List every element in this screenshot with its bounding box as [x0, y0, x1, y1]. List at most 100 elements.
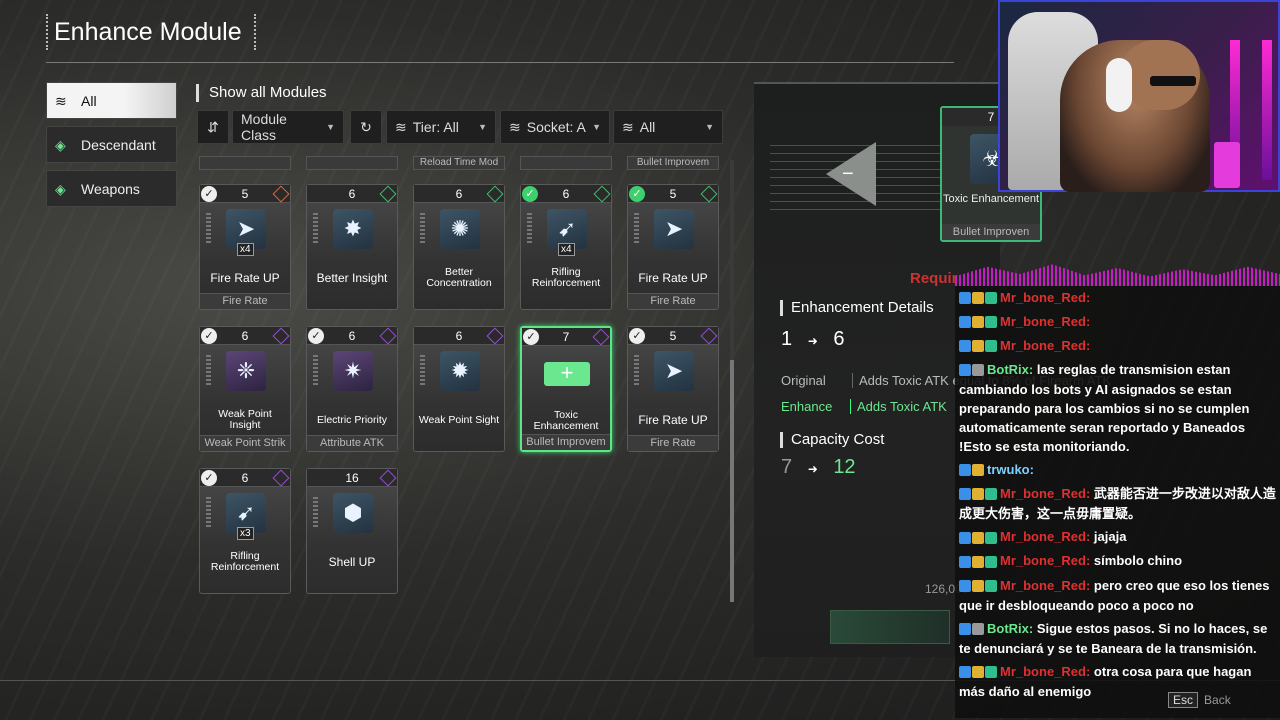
module-card-partial[interactable]: [306, 156, 398, 170]
capacity-change: 7 ➜ 12: [781, 456, 856, 479]
layers-icon: ≋: [509, 118, 521, 135]
badge-icons: [959, 528, 998, 547]
module-card[interactable]: 16 ⬢ Shell UP: [306, 468, 398, 594]
chat-username: Mr_bone_Red:: [1000, 529, 1091, 545]
sunglasses: [1150, 76, 1196, 86]
dropdown-label: Socket: A: [526, 119, 586, 135]
nav-weapons[interactable]: ◈ Weapons: [46, 170, 177, 207]
module-name: Fire Rate UP: [210, 270, 280, 285]
capacity-from: 7: [781, 456, 793, 478]
chat-username: BotRix:: [987, 620, 1034, 636]
module-name: Weak Point Sight: [418, 413, 500, 426]
chat-username: Mr_bone_Red:: [1000, 577, 1091, 593]
badge-icons: [959, 577, 998, 596]
capacity-bars: [313, 213, 318, 245]
nav-label: Descendant: [81, 136, 156, 153]
capacity-bars: [206, 497, 211, 529]
module-card[interactable]: 6 ✺ Better Concentration: [413, 184, 505, 310]
module-card[interactable]: 7 ✓ + Toxic Enhancement Bullet Improvem: [520, 326, 612, 452]
module-image-icon: ✷: [333, 351, 373, 391]
nav-label: Weapons: [81, 180, 140, 197]
headphones-icon: [1106, 58, 1132, 112]
module-card[interactable]: 6 ✓ ➹ x3 Rifling Reinforcement: [199, 468, 291, 594]
module-card[interactable]: 6 ✓ ❈ Weak Point Insight Weak Point Strik: [199, 326, 291, 452]
module-card[interactable]: 6 ✓ ✷ Electric Priority Attribute ATK: [306, 326, 398, 452]
equipped-check-icon: ✓: [201, 186, 217, 202]
chat-username: Mr_bone_Red:: [1000, 553, 1091, 569]
chat-username: BotRix:: [987, 362, 1034, 378]
chat-username: trwuko:: [987, 462, 1034, 478]
stack-count: x4: [237, 243, 254, 256]
equipped-check-icon: ✓: [523, 329, 539, 345]
tier-dropdown[interactable]: ≋ Tier: All ▼: [386, 110, 496, 144]
capacity-bars: [527, 213, 532, 245]
nav-descendant[interactable]: ◈ Descendant: [46, 126, 177, 163]
minus-icon: −: [842, 163, 854, 185]
badge-icons: [959, 485, 998, 504]
module-card[interactable]: 5 ✓ ➤ x4 Fire Rate UP Fire Rate: [199, 184, 291, 310]
badge-icons: [959, 361, 985, 380]
badge-icons: [959, 461, 985, 480]
equipped-check-icon: ✓: [308, 328, 324, 344]
module-class-dropdown[interactable]: Module Class ▼: [232, 110, 344, 144]
all-dropdown[interactable]: ≋ All ▼: [613, 110, 723, 144]
nav-all[interactable]: ≋ All: [46, 82, 177, 119]
module-card[interactable]: 6 ✹ Weak Point Sight: [413, 326, 505, 452]
module-foot: Fire Rate: [628, 293, 718, 309]
chat-message: Mr_bone_Red:: [959, 288, 1276, 308]
module-name: Rifling Reinforcement: [531, 266, 601, 289]
chat-message: Mr_bone_Red:: [959, 312, 1276, 332]
scroll-thumb[interactable]: [730, 360, 734, 602]
arrow-right-icon: ➜: [807, 334, 818, 348]
socket-dropdown[interactable]: ≋ Socket: A ▼: [500, 110, 610, 144]
module-foot: Fire Rate: [200, 293, 290, 309]
badge-icons: [959, 663, 998, 682]
back-hint[interactable]: Esc Back: [1168, 692, 1231, 708]
chat-username: Mr_bone_Red:: [1000, 290, 1091, 305]
module-card-partial[interactable]: [199, 156, 291, 170]
layers-icon: ≋: [55, 92, 67, 109]
capacity-to: 12: [833, 456, 856, 478]
reset-button[interactable]: ↻: [350, 110, 382, 144]
refresh-icon: ↻: [360, 118, 372, 135]
module-card-partial[interactable]: [520, 156, 612, 170]
module-card[interactable]: 5 ✓ ➤ Fire Rate UP Fire Rate: [627, 326, 719, 452]
chat-message: BotRix: las reglas de transmision estan …: [959, 360, 1276, 456]
capacity-bars: [634, 213, 639, 245]
dropdown-label: All: [639, 119, 656, 135]
enhancement-details-title: Enhancement Details: [780, 300, 934, 316]
sort-button[interactable]: ⇵: [197, 110, 229, 144]
weapon-icon: ◈: [55, 180, 66, 197]
dropdown-label: Tier: All: [412, 119, 459, 135]
module-name: Electric Priority: [316, 413, 387, 426]
show-all-modules: Show all Modules: [196, 84, 327, 102]
enhance-button[interactable]: [830, 610, 950, 644]
module-scrollbar[interactable]: [730, 160, 734, 602]
module-card[interactable]: 6 ✓ ➹ x4 Rifling Reinforcement: [520, 184, 612, 310]
card-foot: Bullet Improven: [942, 224, 1040, 240]
arrow-right-icon: ➜: [807, 462, 818, 476]
module-name: Better Insight: [316, 270, 388, 285]
capacity-bars: [313, 355, 318, 387]
capacity-bars: [634, 355, 639, 387]
module-image-icon: ⬢: [333, 493, 373, 533]
chevron-down-icon: ▼: [592, 122, 601, 132]
badge-icons: [959, 553, 998, 572]
chat-username: Mr_bone_Red:: [1000, 486, 1091, 502]
level-change: 1 ➜ 6: [781, 328, 844, 351]
module-card-partial[interactable]: Reload Time Mod: [413, 156, 505, 170]
module-card[interactable]: 5 ✓ ➤ Fire Rate UP Fire Rate: [627, 184, 719, 310]
equipped-check-icon: ✓: [201, 328, 217, 344]
equipped-check-icon: ✓: [629, 186, 645, 202]
descendant-icon: ◈: [55, 136, 66, 153]
chat-text: jajaja: [1093, 529, 1127, 545]
nav-label: All: [81, 92, 97, 109]
chevron-down-icon: ▼: [478, 122, 487, 132]
chat-message: Mr_bone_Red: 武器能否进一步改进以对敌人造成更大伤害，这一点毋庸置疑…: [959, 484, 1276, 523]
module-foot: Fire Rate: [628, 435, 718, 451]
sort-icon: ⇵: [207, 118, 219, 135]
chat-username: Mr_bone_Red:: [1000, 338, 1091, 354]
chat-message: Mr_bone_Red: jajaja: [959, 527, 1276, 547]
module-card[interactable]: 6 ✸ Better Insight: [306, 184, 398, 310]
module-card-partial[interactable]: Bullet Improvem: [627, 156, 719, 170]
